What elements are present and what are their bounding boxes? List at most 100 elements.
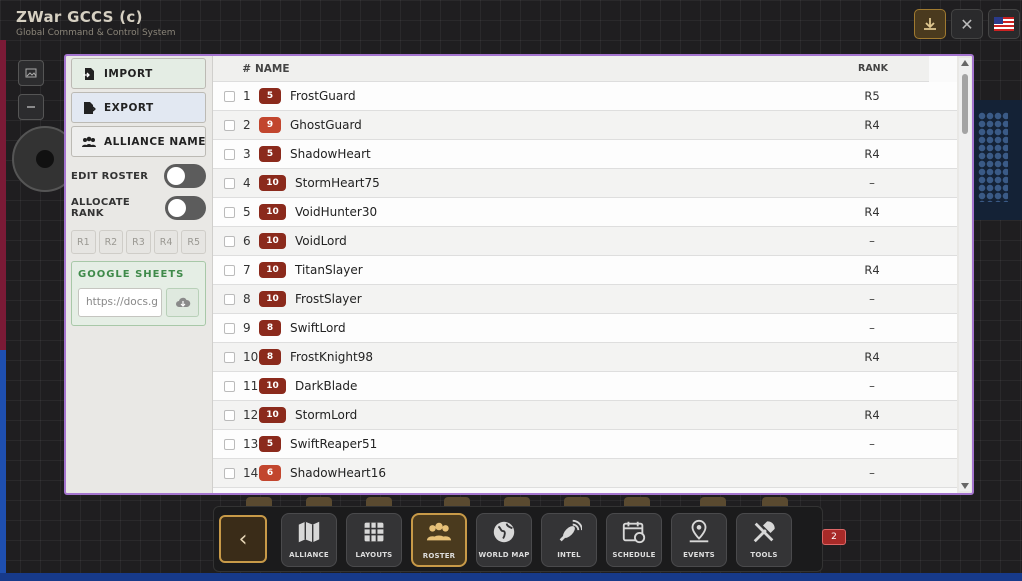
rank-button-r4[interactable]: R4 — [153, 230, 179, 254]
row-number: 5 — [243, 205, 251, 219]
header-name[interactable]: NAME — [255, 63, 843, 75]
table-scrollbar[interactable] — [959, 58, 971, 491]
table-row[interactable]: 4 10 StormHeart75 – — [213, 169, 957, 198]
player-rank: – — [869, 437, 875, 451]
close-button[interactable]: ✕ — [951, 9, 983, 39]
roster-table: # NAME RANK 1 5 FrostGuard R5 2 9 GhostGuard R4… — [212, 56, 957, 493]
nav-label: INTEL — [557, 551, 581, 559]
zoom-out-button[interactable] — [18, 94, 44, 120]
roster-modal: IMPORT EXPORT ALLIANCE NAME (EI EDIT ROS… — [64, 54, 974, 495]
table-row[interactable]: 2 9 GhostGuard R4 — [213, 111, 957, 140]
edit-roster-row: EDIT ROSTER — [71, 160, 206, 192]
row-checkbox[interactable] — [224, 148, 235, 160]
export-button[interactable]: EXPORT — [71, 92, 206, 123]
allocate-rank-row: ALLOCATE RANK — [71, 192, 206, 224]
map-icon — [295, 518, 323, 546]
table-row[interactable]: 7 10 TitanSlayer R4 — [213, 256, 957, 285]
allocate-rank-toggle[interactable] — [164, 196, 206, 220]
sheets-sync-button[interactable] — [166, 288, 199, 317]
table-row[interactable]: 6 10 VoidLord – — [213, 227, 957, 256]
users-icon — [425, 519, 453, 547]
import-label: IMPORT — [104, 67, 153, 80]
player-rank: R4 — [864, 263, 880, 277]
scroll-thumb[interactable] — [962, 74, 968, 134]
player-name: FrostSlayer — [295, 292, 362, 306]
nav-item-roster[interactable]: ROSTER — [411, 513, 467, 567]
player-name: DarkBlade — [295, 379, 358, 393]
row-checkbox[interactable] — [224, 206, 235, 218]
nav-item-schedule[interactable]: SCHEDULE — [606, 513, 662, 567]
level-badge: 8 — [259, 349, 281, 365]
nav-label: TOOLS — [750, 551, 778, 559]
nav-item-events[interactable]: EVENTS — [671, 513, 727, 567]
player-name: ShadowHeart — [290, 147, 371, 161]
language-flag-button[interactable] — [988, 9, 1020, 39]
row-number: 9 — [243, 321, 251, 335]
player-name: FrostGuard — [290, 89, 356, 103]
rank-button-r5[interactable]: R5 — [181, 230, 206, 254]
row-checkbox[interactable] — [224, 177, 235, 189]
row-checkbox[interactable] — [224, 322, 235, 334]
image-button[interactable] — [18, 60, 44, 86]
level-badge: 5 — [259, 436, 281, 452]
level-badge: 10 — [259, 233, 286, 249]
table-row[interactable]: 14 6 ShadowHeart16 – — [213, 459, 957, 488]
row-number: 13 — [243, 437, 259, 451]
rank-button-r3[interactable]: R3 — [126, 230, 151, 254]
row-checkbox[interactable] — [224, 90, 235, 102]
nav-item-layouts[interactable]: LAYOUTS — [346, 513, 402, 567]
player-rank: R4 — [864, 147, 880, 161]
player-name: StormLord — [295, 408, 358, 422]
nav-label: ROSTER — [422, 552, 456, 560]
table-row[interactable]: 9 8 SwiftLord – — [213, 314, 957, 343]
table-row[interactable]: 8 10 FrostSlayer – — [213, 285, 957, 314]
player-name: TitanSlayer — [295, 263, 363, 277]
row-checkbox[interactable] — [224, 119, 235, 131]
table-row[interactable]: 13 5 SwiftReaper51 – — [213, 430, 957, 459]
table-row[interactable]: 10 8 FrostKnight98 R4 — [213, 343, 957, 372]
rank-button-r2[interactable]: R2 — [98, 230, 124, 254]
table-row[interactable]: 3 5 ShadowHeart R4 — [213, 140, 957, 169]
nav-item-tools[interactable]: TOOLS — [736, 513, 792, 567]
rank-button-r1[interactable]: R1 — [71, 230, 96, 254]
row-number: 8 — [243, 292, 251, 306]
row-checkbox[interactable] — [224, 467, 235, 479]
download-button[interactable] — [914, 9, 946, 39]
file-export-icon — [84, 101, 96, 114]
nav-label: ALLIANCE — [289, 551, 329, 559]
scroll-down-arrow[interactable] — [961, 483, 969, 489]
row-checkbox[interactable] — [224, 235, 235, 247]
minus-icon — [27, 106, 35, 108]
row-checkbox[interactable] — [224, 293, 235, 305]
row-checkbox[interactable] — [224, 438, 235, 450]
player-rank: R4 — [864, 408, 880, 422]
alliance-name-button[interactable]: ALLIANCE NAME (EI — [71, 126, 206, 157]
table-row[interactable]: 11 10 DarkBlade – — [213, 372, 957, 401]
row-checkbox[interactable] — [224, 264, 235, 276]
allocate-rank-label: ALLOCATE RANK — [71, 197, 130, 219]
nav-item-world-map[interactable]: WORLD MAP — [476, 513, 532, 567]
globe-icon — [490, 518, 518, 546]
player-rank: R4 — [864, 118, 880, 132]
sheets-url-input[interactable]: https://docs.g — [78, 288, 163, 317]
table-row[interactable]: 12 10 StormLord R4 — [213, 401, 957, 430]
import-button[interactable]: IMPORT — [71, 58, 206, 89]
app-title: ZWar GCCS (c) — [16, 8, 143, 26]
nav-item-intel[interactable]: INTEL — [541, 513, 597, 567]
nav-back-button[interactable]: ‹ — [219, 515, 267, 563]
scroll-up-arrow[interactable] — [961, 60, 969, 66]
row-checkbox[interactable] — [224, 351, 235, 363]
level-badge: 10 — [259, 262, 286, 278]
player-rank: – — [869, 321, 875, 335]
row-checkbox[interactable] — [224, 380, 235, 392]
table-row[interactable]: 5 10 VoidHunter30 R4 — [213, 198, 957, 227]
header-rank[interactable]: RANK — [843, 63, 903, 74]
row-checkbox[interactable] — [224, 409, 235, 421]
player-rank: R4 — [864, 205, 880, 219]
row-number: 10 — [243, 350, 259, 364]
row-number: 3 — [243, 147, 251, 161]
table-row[interactable]: 1 5 FrostGuard R5 — [213, 82, 957, 111]
nav-item-alliance[interactable]: ALLIANCE — [281, 513, 337, 567]
edit-roster-toggle[interactable] — [164, 164, 206, 188]
player-name: StormHeart75 — [295, 176, 380, 190]
